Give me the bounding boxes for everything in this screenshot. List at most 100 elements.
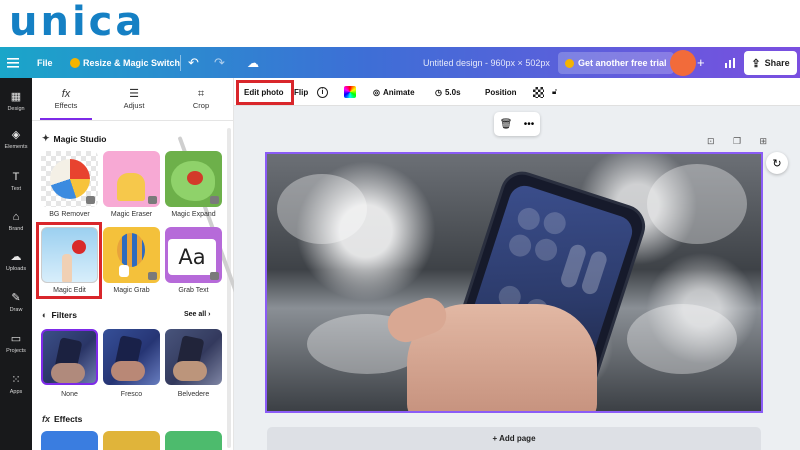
more-icon[interactable]: •••: [524, 119, 535, 130]
trash-icon[interactable]: 🗑︎: [500, 119, 513, 130]
divider: [180, 55, 181, 71]
clock-icon: ◷: [435, 87, 442, 97]
design-canvas[interactable]: [265, 152, 763, 413]
effects-heading: fx Effects: [42, 414, 82, 424]
tool-magic-expand[interactable]: [165, 151, 222, 207]
rail-item-projects[interactable]: ▭ Projects: [0, 328, 32, 366]
tool-label: Magic Expand: [171, 211, 216, 218]
file-menu-button[interactable]: File: [37, 47, 53, 78]
crown-icon: [210, 272, 219, 280]
filters-heading: ◐ Filters: [42, 310, 77, 320]
effect-tile[interactable]: [165, 431, 222, 450]
tab-crop[interactable]: ⌗ Crop: [168, 78, 234, 118]
magic-studio-heading: ✦ Magic Studio: [42, 133, 106, 144]
upload-cloud-icon: ☁: [10, 251, 22, 263]
design-title[interactable]: Untitled design - 960px × 502px: [423, 47, 550, 78]
effect-tile[interactable]: [41, 431, 98, 450]
cloud-save-icon[interactable]: ☁: [247, 47, 259, 78]
rail-label: Draw: [9, 307, 23, 313]
transparency-icon[interactable]: [533, 78, 544, 106]
rail-item-apps[interactable]: ⁙ Apps: [0, 369, 32, 407]
left-rail: ▦ Design ◈ Elements T Text ⌂ Brand ☁ Upl…: [0, 78, 32, 450]
bar-chart-icon[interactable]: [720, 52, 740, 74]
floating-toolbar: 🗑︎ •••: [494, 112, 540, 136]
refresh-icon[interactable]: ↻: [766, 152, 788, 174]
redo-icon[interactable]: ↷: [214, 47, 225, 78]
tool-magic-eraser[interactable]: [103, 151, 160, 207]
free-trial-button[interactable]: Get another free trial: [558, 52, 674, 74]
sparkle-icon: ✦: [42, 133, 50, 143]
rail-label: Apps: [9, 389, 23, 395]
tool-grab-text[interactable]: Aa: [165, 227, 222, 283]
filter-label: Belvedere: [177, 391, 210, 398]
top-bar: File Resize & Magic Switch ↶ ↷ ☁ Untitle…: [0, 47, 800, 78]
crown-icon: [148, 272, 157, 280]
magic-edit-highlight: [36, 222, 102, 299]
rail-label: Brand: [8, 226, 24, 232]
rail-label: Design: [7, 106, 25, 112]
rail-item-uploads[interactable]: ☁ Uploads: [0, 246, 32, 284]
hamburger-icon[interactable]: [7, 47, 21, 78]
shapes-icon: ◈: [11, 129, 21, 141]
rail-label: Projects: [6, 348, 26, 354]
effect-tile[interactable]: [103, 431, 160, 450]
rail-item-elements[interactable]: ◈ Elements: [0, 124, 32, 162]
avatar[interactable]: [670, 50, 696, 76]
grid-icon: ⁙: [11, 374, 21, 386]
filter-icon: ◐: [42, 310, 48, 320]
duration-label: 5.0s: [444, 87, 461, 97]
undo-icon[interactable]: ↶: [188, 47, 199, 78]
duplicate-icon[interactable]: ❐: [733, 136, 741, 150]
color-picker-icon[interactable]: [344, 78, 356, 106]
filter-none[interactable]: [41, 329, 98, 385]
tab-label: Effects: [54, 101, 78, 110]
tool-label: Grab Text: [178, 287, 209, 294]
rail-item-draw[interactable]: ✎ Draw: [0, 287, 32, 325]
position-button[interactable]: Position: [485, 78, 517, 106]
divider: [32, 120, 234, 121]
tool-label: Magic Grab: [113, 287, 150, 294]
resize-magic-switch-button[interactable]: Resize & Magic Switch: [70, 47, 180, 78]
folder-icon: ▭: [10, 333, 22, 345]
section-title: Filters: [51, 310, 77, 320]
animate-label: Animate: [382, 87, 415, 97]
add-page-button[interactable]: + Add page: [267, 427, 761, 450]
pen-icon: ✎: [11, 292, 21, 304]
share-label: Share: [764, 58, 790, 68]
rail-item-design[interactable]: ▦ Design: [0, 86, 32, 124]
section-title: Effects: [54, 414, 83, 424]
text-icon: T: [12, 171, 20, 183]
tool-label: BG Remover: [49, 211, 90, 218]
info-icon[interactable]: i: [317, 78, 328, 106]
filter-belvedere[interactable]: [165, 329, 222, 385]
edit-photo-highlight: [236, 80, 294, 105]
duration-button[interactable]: ◷ 5.0s: [435, 78, 461, 106]
share-icon: ⇪: [751, 57, 761, 70]
rail-item-text[interactable]: T Text: [0, 166, 32, 204]
flip-button[interactable]: Flip: [294, 78, 308, 106]
logo-strip: unica: [0, 0, 800, 47]
filter-fresco[interactable]: [103, 329, 160, 385]
animate-button[interactable]: ◎ Animate: [373, 78, 415, 106]
rail-label: Text: [10, 186, 22, 192]
filter-label: Fresco: [120, 391, 143, 398]
share-button[interactable]: ⇪ Share: [744, 51, 797, 75]
tab-effects[interactable]: fx Effects: [32, 78, 100, 118]
tab-label: Adjust: [123, 101, 145, 110]
lock-icon[interactable]: ⊡: [707, 136, 715, 150]
tool-magic-grab[interactable]: [103, 227, 160, 283]
see-all-link[interactable]: See all ›: [184, 311, 210, 318]
rail-label: Uploads: [5, 266, 27, 272]
animate-icon: ◎: [373, 87, 380, 97]
tool-bg-remover[interactable]: [41, 151, 98, 207]
crown-icon: [86, 196, 95, 204]
plus-icon[interactable]: +: [697, 47, 705, 78]
lock-icon[interactable]: 🔓︎: [552, 78, 557, 106]
add-page-icon[interactable]: ⊞: [759, 136, 767, 150]
resize-label: Resize & Magic Switch: [83, 57, 181, 68]
panel-scrollbar[interactable]: [177, 128, 281, 448]
page-actions: ⊡ ❐ ⊞: [707, 136, 767, 150]
tab-adjust[interactable]: ☰ Adjust: [100, 78, 168, 118]
rail-item-brand[interactable]: ⌂ Brand: [0, 206, 32, 244]
brand-icon: ⌂: [12, 211, 20, 223]
